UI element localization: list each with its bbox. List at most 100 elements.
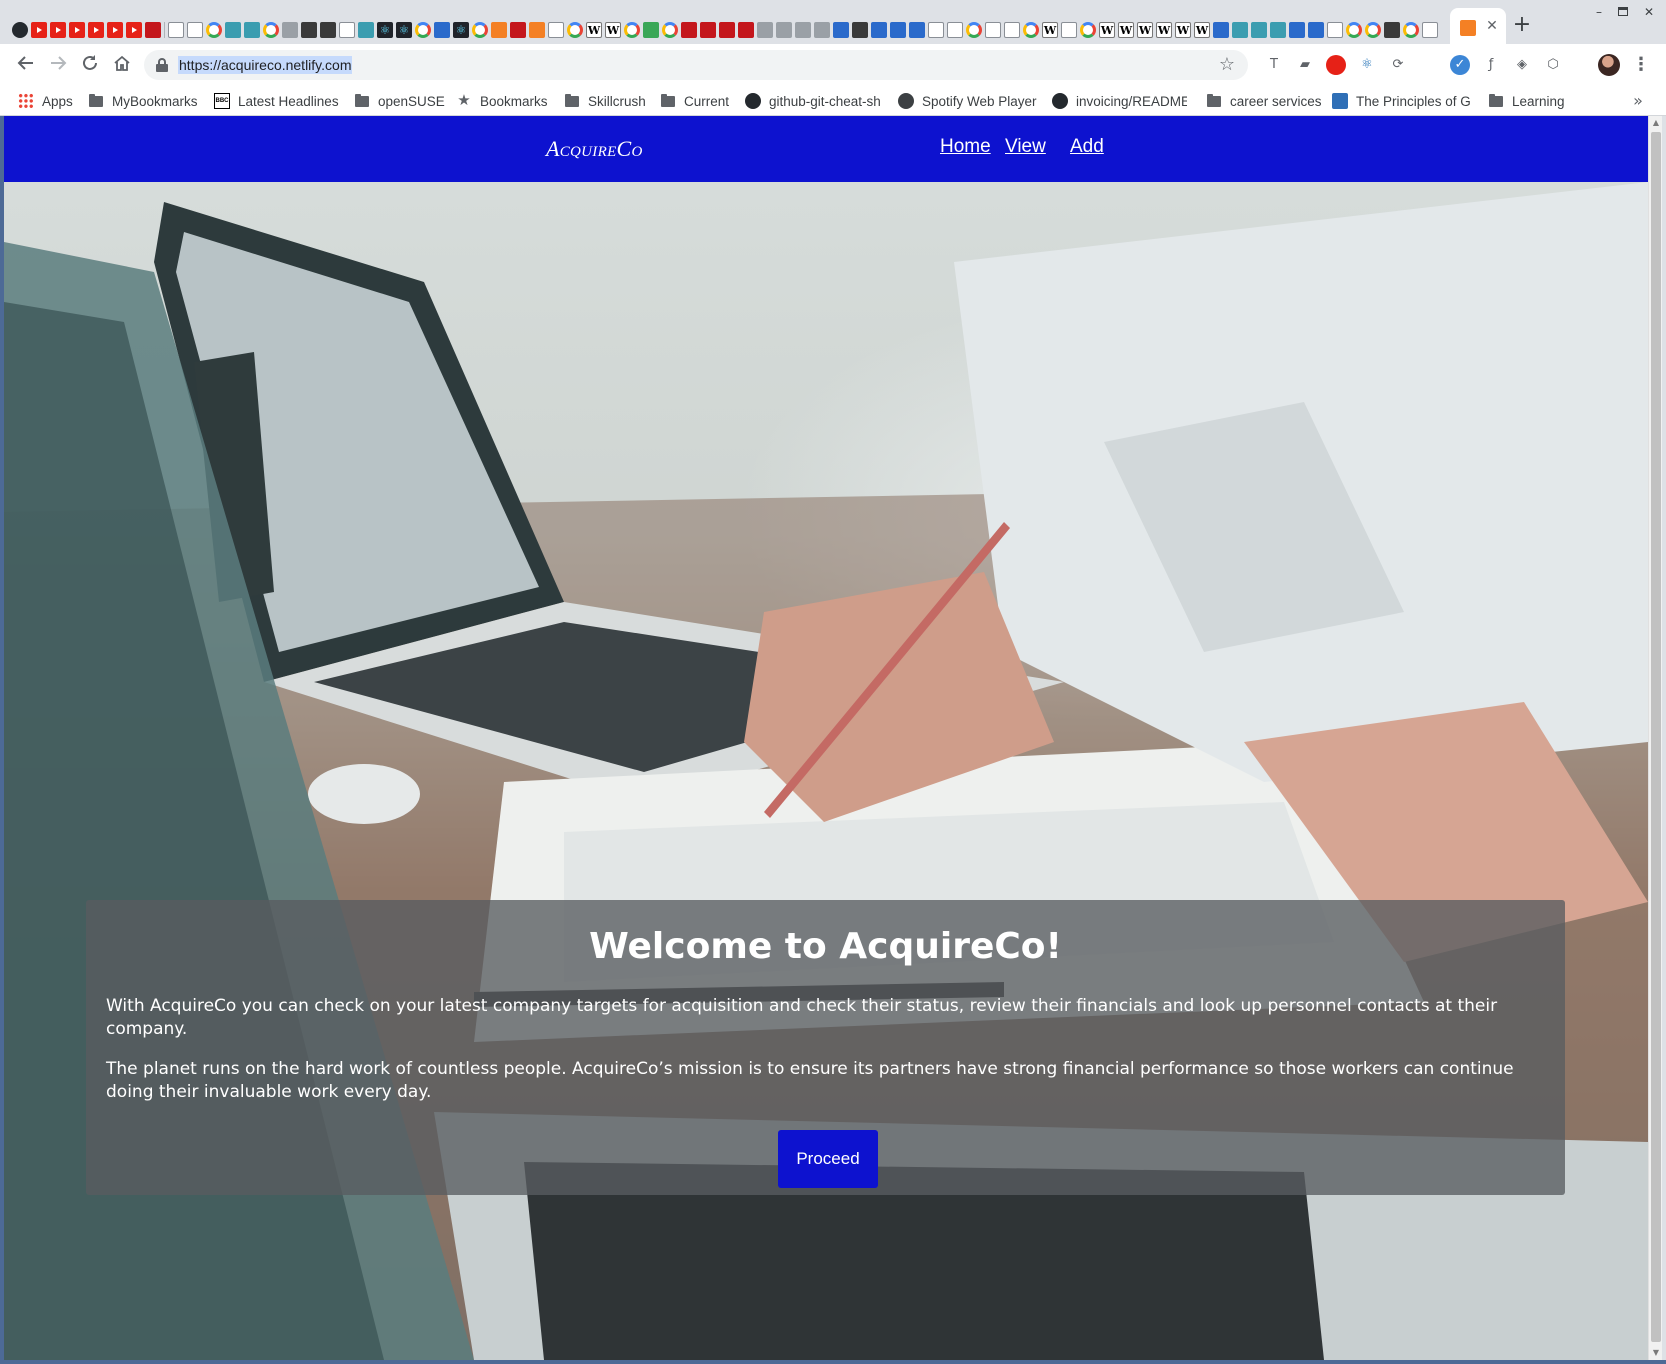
youtube-icon[interactable] (69, 22, 85, 38)
terminal-icon[interactable] (225, 22, 241, 38)
site-icon[interactable] (738, 22, 754, 38)
active-tab[interactable]: ✕ (1450, 8, 1506, 44)
google-icon[interactable] (1403, 22, 1419, 38)
document-icon[interactable] (1061, 22, 1077, 38)
site-icon[interactable] (681, 22, 697, 38)
site-icon[interactable] (1308, 22, 1324, 38)
check-icon[interactable]: ✓ (1450, 55, 1470, 75)
wikipedia-icon[interactable]: W (605, 22, 621, 38)
nav-add-link[interactable]: Add (1070, 136, 1104, 158)
bookmark-github-git-cheat[interactable]: github-git-cheat-sh (745, 91, 880, 111)
google-icon[interactable] (206, 22, 222, 38)
react-icon[interactable]: ⚛ (377, 22, 393, 38)
react-icon[interactable]: ⚛ (453, 22, 469, 38)
site-brand[interactable]: AcquireCo (546, 136, 643, 162)
scroll-thumb[interactable] (1651, 132, 1661, 1342)
site-icon[interactable] (700, 22, 716, 38)
maximize-button[interactable] (1612, 4, 1634, 20)
netlify-icon[interactable] (510, 22, 526, 38)
site-icon[interactable] (1251, 22, 1267, 38)
react-icon[interactable]: ⚛ (396, 22, 412, 38)
youtube-icon[interactable] (50, 22, 66, 38)
site-icon[interactable] (1384, 22, 1400, 38)
google-icon[interactable] (415, 22, 431, 38)
url-text[interactable]: https://acquireco.netlify.com (178, 56, 353, 74)
site-icon[interactable] (434, 22, 450, 38)
page-scrollbar[interactable]: ▲ ▼ (1648, 116, 1662, 1360)
minimize-button[interactable]: – (1588, 4, 1610, 20)
bookmark-latest-headlines[interactable]: BBC Latest Headlines (214, 91, 339, 111)
browser-menu-icon[interactable]: ⋮ (1632, 53, 1650, 77)
wikipedia-icon[interactable]: W (1137, 22, 1153, 38)
google-icon[interactable] (1365, 22, 1381, 38)
scroll-down-arrow-icon[interactable]: ▼ (1649, 1346, 1663, 1360)
sync-icon[interactable]: ⟳ (1388, 55, 1408, 75)
chat-icon[interactable] (358, 22, 374, 38)
bookmark-apps[interactable]: Apps (18, 91, 73, 111)
wikipedia-icon[interactable]: W (1156, 22, 1172, 38)
site-icon[interactable] (757, 22, 773, 38)
blank-extension-icon[interactable] (1419, 55, 1439, 75)
document-icon[interactable] (928, 22, 944, 38)
document-icon[interactable] (1422, 22, 1438, 38)
bookmark-opensuse[interactable]: openSUSE (354, 91, 445, 111)
github-icon[interactable] (12, 22, 28, 38)
wikipedia-icon[interactable]: W (1118, 22, 1134, 38)
youtube-icon[interactable] (126, 22, 142, 38)
youtube-icon[interactable] (88, 22, 104, 38)
bookmarks-overflow-icon[interactable]: » (1630, 91, 1646, 111)
site-icon[interactable] (795, 22, 811, 38)
site-icon[interactable] (1270, 22, 1286, 38)
reload-button[interactable] (76, 51, 104, 79)
proceed-button[interactable]: Proceed (778, 1130, 878, 1188)
youtube-icon[interactable] (31, 22, 47, 38)
close-tab-icon[interactable]: ✕ (1484, 18, 1500, 34)
wikipedia-icon[interactable]: W (1099, 22, 1115, 38)
site-icon[interactable] (909, 22, 925, 38)
site-icon[interactable] (852, 22, 868, 38)
bookmark-spotify[interactable]: Spotify Web Player (898, 91, 1037, 111)
document-icon[interactable] (1327, 22, 1343, 38)
bookmark-principles[interactable]: The Principles of G (1332, 91, 1470, 111)
bookmark-invoicing-readme[interactable]: invoicing/README (1052, 91, 1187, 111)
profile-avatar[interactable] (1598, 54, 1620, 76)
google-icon[interactable] (1346, 22, 1362, 38)
bookmark-mybookmarks[interactable]: MyBookmarks (88, 91, 198, 111)
document-icon[interactable] (187, 22, 203, 38)
document-icon[interactable] (168, 22, 184, 38)
bookmark-skillcrush[interactable]: Skillcrush (564, 91, 646, 111)
youtube-icon[interactable] (107, 22, 123, 38)
document-icon[interactable] (548, 22, 564, 38)
google-icon[interactable] (263, 22, 279, 38)
close-window-button[interactable]: ✕ (1638, 4, 1660, 20)
site-icon[interactable] (1232, 22, 1248, 38)
site-icon[interactable] (719, 22, 735, 38)
wikipedia-icon[interactable]: W (1175, 22, 1191, 38)
lock-icon[interactable] (156, 58, 168, 72)
wikipedia-icon[interactable]: W (1042, 22, 1058, 38)
document-icon[interactable] (985, 22, 1001, 38)
address-bar[interactable]: https://acquireco.netlify.com ☆ (144, 50, 1248, 80)
google-icon[interactable] (1023, 22, 1039, 38)
site-icon[interactable] (890, 22, 906, 38)
back-button[interactable] (12, 51, 40, 79)
google-icon[interactable] (1080, 22, 1096, 38)
google-icon[interactable] (624, 22, 640, 38)
bookmark-career-services[interactable]: career services (1206, 91, 1322, 111)
scroll-up-arrow-icon[interactable]: ▲ (1649, 116, 1663, 130)
google-icon[interactable] (567, 22, 583, 38)
document-icon[interactable] (947, 22, 963, 38)
google-icon[interactable] (966, 22, 982, 38)
shield-icon[interactable] (1213, 22, 1229, 38)
udemy-icon[interactable] (145, 22, 161, 38)
loading-icon[interactable] (282, 22, 298, 38)
home-button[interactable] (108, 51, 136, 79)
functions-icon[interactable]: ƒ (1481, 55, 1501, 75)
forward-button[interactable] (44, 51, 72, 79)
shield-icon[interactable]: ⬡ (1543, 55, 1563, 75)
new-tab-button[interactable]: + (1510, 14, 1534, 38)
wikipedia-icon[interactable]: W (586, 22, 602, 38)
puzzle-icon[interactable]: ◈ (1512, 55, 1532, 75)
youtube-icon[interactable] (1326, 55, 1346, 75)
chat-icon[interactable]: ▰ (1295, 55, 1315, 75)
